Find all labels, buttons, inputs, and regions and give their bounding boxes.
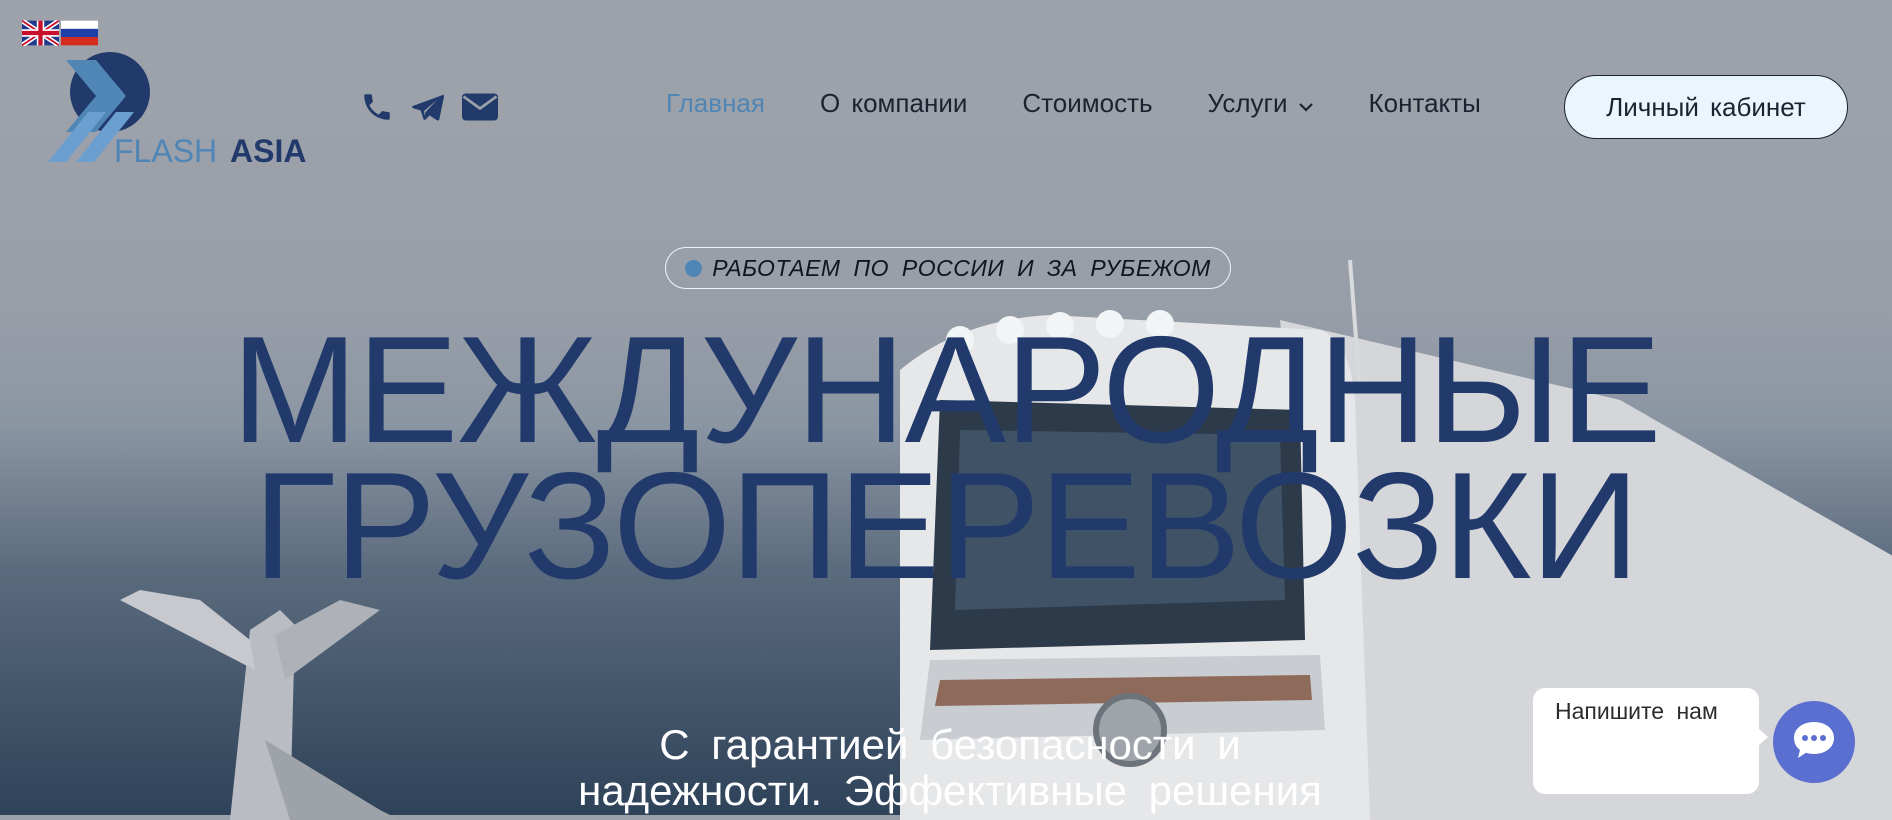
chat-prompt-bubble[interactable]: Напишите нам [1533,688,1768,794]
nav-item-label: Услуги [1207,88,1288,118]
status-dot-icon [685,259,703,277]
chat-prompt-text: Напишите нам [1555,698,1718,724]
nav-item-label: Стоимость [1022,88,1153,118]
telegram-icon[interactable] [412,93,445,126]
company-logo[interactable]: FLASH ASIA [48,52,310,170]
uk-flag-icon[interactable] [20,18,61,48]
ru-flag-icon[interactable] [61,20,98,46]
nav-item-contacts[interactable]: Контакты [1369,88,1481,119]
nav-item-pricing[interactable]: Стоимость [1022,88,1152,119]
nav-item-services[interactable]: Услуги [1208,88,1314,119]
personal-account-button[interactable]: Личный кабинет [1564,75,1848,139]
language-switcher [20,18,98,48]
hero-subtitle: С гарантией безопасности и надежности. Э… [520,722,1380,814]
hero-title-line2: ГРУЗОПЕРЕВОЗКИ [253,441,1639,611]
nav-item-home[interactable]: Главная [666,88,765,119]
chat-icon [1792,720,1836,765]
hero-tagline: РАБОТАЕМ ПО РОССИИ И ЗА РУБЕЖОМ [712,254,1211,281]
nav-item-about[interactable]: О компании [820,88,967,119]
main-navigation: Главная О компании Стоимость Услуги Конт… [666,88,1536,119]
nav-item-label: Контакты [1368,88,1481,118]
chevron-down-icon [1298,88,1314,119]
phone-icon[interactable] [360,90,394,129]
nav-item-label: О компании [819,88,968,118]
hero-tagline-badge: РАБОТАЕМ ПО РОССИИ И ЗА РУБЕЖОМ [665,247,1231,289]
logo-text-flash: FLASH [114,133,217,169]
logo-text-asia: ASIA [230,133,306,169]
chat-button[interactable] [1773,701,1855,783]
contact-icons [360,90,498,129]
hero-subtitle-line2: надежности. Эффективные решения [578,767,1322,814]
hero-subtitle-line1: С гарантией безопасности и [659,721,1241,768]
nav-item-label: Главная [666,88,765,118]
envelope-icon[interactable] [462,93,498,126]
